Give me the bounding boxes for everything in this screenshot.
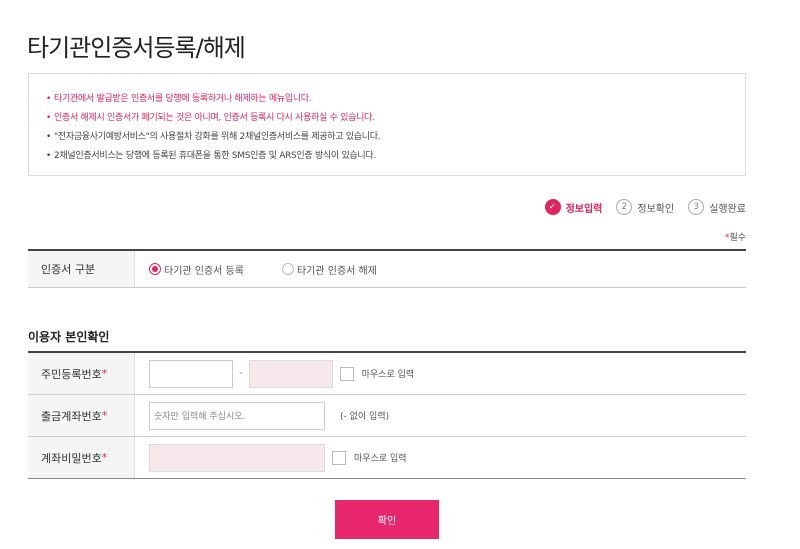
resident-number-row: 주민등록번호 * - 마우스로 입력 — [28, 353, 746, 395]
step-number: 3 — [688, 199, 705, 215]
required-note: *필수 — [725, 230, 746, 243]
step-indicator: ✓ 정보입력 2 정보확인 3 실행완료 — [531, 199, 746, 215]
step-label: 정보입력 — [565, 203, 603, 215]
label-text: 출금계좌번호 — [41, 409, 102, 423]
step-complete: 3 실행완료 — [688, 199, 746, 215]
step-label: 정보확인 — [637, 203, 675, 215]
bullet-icon: • — [46, 151, 52, 161]
account-number-content: 숫자만 입력해 주십시오. (- 없이 입력) — [135, 395, 746, 436]
label-text: 주민등록번호 — [41, 367, 102, 381]
cert-type-row: 인증서 구분 타기관 인증서 등록 타기관 인증서 해제 — [28, 249, 746, 288]
account-number-input[interactable]: 숫자만 입력해 주십시오. — [149, 401, 325, 430]
password-input[interactable] — [149, 443, 325, 472]
notice-text: "전자금융사기예방서비스"의 사용절차 강화를 위해 2채널인증서비스를 제공하… — [54, 132, 381, 142]
notice-text: 타기관에서 발급받은 인증서를 당행에 등록하거나 해제하는 메뉴입니다. — [54, 94, 312, 104]
confirm-button[interactable]: 확인 — [335, 500, 439, 539]
label-text: 계좌비밀번호 — [41, 451, 102, 465]
cert-type-label: 인증서 구분 — [28, 251, 135, 287]
bullet-icon: • — [46, 113, 52, 123]
identity-table: 주민등록번호 * - 마우스로 입력 출금계좌번호 * 숫자만 입력해 주십시오. … — [28, 351, 746, 479]
required-star: * — [101, 409, 108, 422]
notice-line: • 인증서 해제시 인증서가 폐기되는 것은 아니며, 인증서 등록시 다시 사용… — [46, 109, 745, 128]
password-row: 계좌비밀번호 * 마우스로 입력 — [28, 437, 746, 479]
mouse-input-checkbox[interactable] — [339, 366, 354, 381]
dash-separator: - — [239, 368, 243, 379]
required-text: 필수 — [729, 233, 746, 243]
resident-number-label: 주민등록번호 * — [28, 353, 135, 394]
bullet-icon: • — [46, 132, 52, 142]
notice-line: • 타기관에서 발급받은 인증서를 당행에 등록하거나 해제하는 메뉴입니다. — [46, 90, 745, 109]
mouse-input-label: 마우스로 입력 — [361, 370, 415, 380]
mouse-input-label: 마우스로 입력 — [354, 454, 407, 464]
notice-line: • 2채널인증서비스는 당행에 등록된 휴대폰을 통한 SMS인증 및 ARS인증… — [46, 147, 745, 166]
cert-type-options: 타기관 인증서 등록 타기관 인증서 해제 — [135, 251, 746, 287]
step-label: 실행완료 — [709, 203, 746, 215]
radio-register[interactable] — [149, 263, 161, 275]
resident-number-front-input[interactable] — [149, 359, 233, 388]
resident-number-back-input[interactable] — [248, 359, 333, 388]
notice-box: • 타기관에서 발급받은 인증서를 당행에 등록하거나 해제하는 메뉴입니다. •… — [28, 73, 746, 176]
notice-text: 인증서 해제시 인증서가 폐기되는 것은 아니며, 인증서 등록시 다시 사용하… — [54, 113, 375, 123]
check-icon: ✓ — [544, 199, 561, 215]
notice-text: 2채널인증서비스는 당행에 등록된 휴대폰을 통한 SMS인증 및 ARS인증 … — [54, 151, 376, 161]
step-info-confirm: 2 정보확인 — [616, 199, 674, 215]
resident-number-content: - 마우스로 입력 — [135, 353, 746, 394]
step-number: 2 — [616, 199, 633, 215]
required-star: * — [101, 367, 108, 380]
bullet-icon: • — [46, 94, 52, 104]
mouse-input-checkbox[interactable] — [332, 450, 346, 465]
password-label: 계좌비밀번호 * — [28, 437, 135, 478]
notice-line: • "전자금융사기예방서비스"의 사용절차 강화를 위해 2채널인증서비스를 제공… — [46, 128, 745, 147]
radio-register-label: 타기관 인증서 등록 — [164, 265, 244, 277]
section-title: 이용자 본인확인 — [28, 330, 110, 344]
required-star: * — [101, 451, 108, 464]
radio-release-option[interactable]: 타기관 인증서 해제 — [281, 262, 377, 277]
page-title: 타기관인증서등록/해제 — [27, 34, 246, 62]
radio-release[interactable] — [281, 263, 294, 275]
step-info-input: ✓ 정보입력 — [544, 199, 603, 215]
password-content: 마우스로 입력 — [135, 437, 746, 478]
account-placeholder: 숫자만 입력해 주십시오. — [154, 412, 246, 422]
account-number-row: 출금계좌번호 * 숫자만 입력해 주십시오. (- 없이 입력) — [28, 395, 746, 437]
account-hint: (- 없이 입력) — [340, 412, 390, 422]
radio-release-label: 타기관 인증서 해제 — [296, 265, 377, 277]
radio-register-option[interactable]: 타기관 인증서 등록 — [149, 262, 244, 277]
account-number-label: 출금계좌번호 * — [28, 395, 135, 436]
